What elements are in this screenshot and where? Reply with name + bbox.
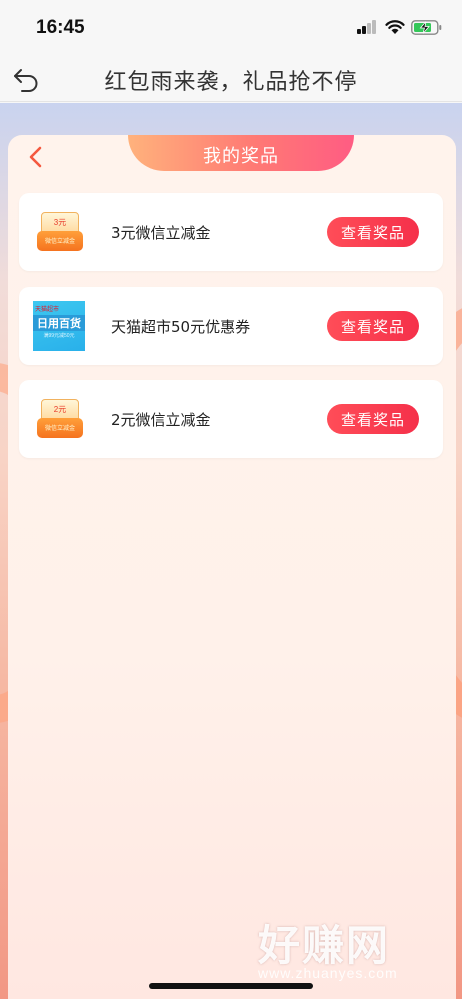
- watermark: 好赚网 www.zhuanyes.com: [258, 912, 448, 992]
- panel-title: 我的奖品: [203, 146, 279, 167]
- tmall-coupon-icon: 天猫超市 日用百货 满99元减50元: [33, 301, 85, 351]
- prize-name: 3元微信立减金: [111, 224, 211, 242]
- thumb-label: 微信立减金: [44, 426, 75, 432]
- prize-item: 天猫超市 日用百货 满99元减50元 天猫超市50元优惠券 查看奖品: [19, 287, 443, 365]
- signal-icon: [357, 20, 377, 34]
- prize-name: 2元微信立减金: [111, 411, 211, 429]
- view-prize-button[interactable]: 查看奖品: [327, 311, 419, 341]
- coupon-coin-icon: 2元 微信立减金: [35, 394, 85, 444]
- thumb-brand: 天猫超市: [35, 307, 60, 313]
- coupon-coin-icon: 3元 微信立减金: [35, 207, 85, 257]
- panel-header-tab: 我的奖品: [128, 135, 354, 171]
- status-bar: 16:45: [0, 0, 462, 56]
- thumb-label: 微信立减金: [44, 239, 75, 245]
- watermark-url: www.zhuanyes.com: [258, 965, 398, 981]
- watermark-title: 好赚网: [258, 921, 391, 970]
- view-prize-button[interactable]: 查看奖品: [327, 217, 419, 247]
- prize-panel: 我的奖品 3元 微信立减金 3元微信立减金 查看奖品 天猫超市 日用百货 满99…: [8, 135, 456, 999]
- nav-bar: 红包雨来袭，礼品抢不停: [0, 56, 462, 102]
- prize-item: 2元 微信立减金 2元微信立减金 查看奖品: [19, 380, 443, 458]
- thumb-amount: 3元: [53, 218, 67, 227]
- prize-item: 3元 微信立减金 3元微信立减金 查看奖品: [19, 193, 443, 271]
- wifi-icon: [385, 20, 405, 34]
- view-prize-button[interactable]: 查看奖品: [327, 404, 419, 434]
- thumb-title: 日用百货: [33, 315, 85, 331]
- battery-charging-icon: [411, 20, 442, 35]
- status-time: 16:45: [36, 17, 85, 38]
- prize-name: 天猫超市50元优惠券: [111, 318, 251, 336]
- home-indicator[interactable]: [149, 983, 313, 989]
- thumb-amount: 2元: [53, 405, 67, 414]
- page-title: 红包雨来袭，礼品抢不停: [104, 70, 358, 95]
- thumb-subtitle: 满99元减50元: [43, 333, 75, 339]
- chevron-left-icon[interactable]: [26, 145, 46, 169]
